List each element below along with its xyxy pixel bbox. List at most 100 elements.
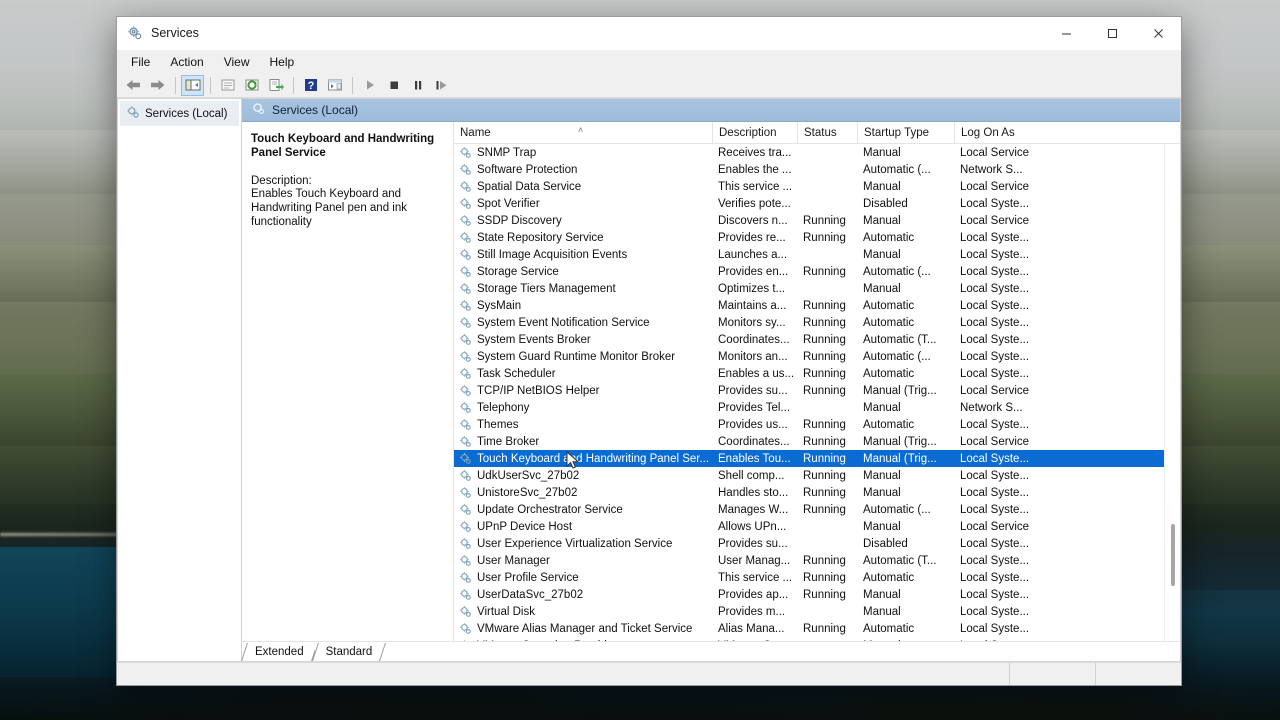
pane-header: Services (Local) <box>242 99 1180 122</box>
maximize-button[interactable] <box>1089 17 1135 49</box>
cell-name: TCP/IP NetBIOS Helper <box>454 384 712 397</box>
table-row[interactable]: VMware Snapshot ProviderVMware Sn...Manu… <box>454 637 1180 641</box>
cell-status: Running <box>797 470 857 482</box>
menu-view[interactable]: View <box>214 52 260 72</box>
table-row[interactable]: SNMP TrapReceives tra...ManualLocal Serv… <box>454 144 1180 161</box>
table-row[interactable]: User ManagerUser Manag...RunningAutomati… <box>454 552 1180 569</box>
table-row[interactable]: SSDP DiscoveryDiscovers n...RunningManua… <box>454 212 1180 229</box>
cell-name: UPnP Device Host <box>454 520 712 533</box>
service-name-label: Telephony <box>477 402 529 414</box>
table-row[interactable]: ThemesProvides us...RunningAutomaticLoca… <box>454 416 1180 433</box>
column-header-log-on-as[interactable]: Log On As <box>954 122 1044 143</box>
cell-log-on-as: Local Syste... <box>954 572 1044 584</box>
cell-startup-type: Automatic <box>857 300 954 312</box>
table-row[interactable]: Spatial Data ServiceThis service ...Manu… <box>454 178 1180 195</box>
menu-help[interactable]: Help <box>260 52 305 72</box>
minimize-button[interactable] <box>1043 17 1089 49</box>
tab-standard[interactable]: Standard <box>315 643 384 661</box>
pane-header-label: Services (Local) <box>272 103 358 117</box>
table-row[interactable]: SysMainMaintains a...RunningAutomaticLoc… <box>454 297 1180 314</box>
export-list-icon[interactable] <box>264 75 287 96</box>
service-gear-icon <box>459 146 472 159</box>
cell-name: SNMP Trap <box>454 146 712 159</box>
status-bar-segment <box>1009 663 1095 685</box>
table-row[interactable]: System Event Notification ServiceMonitor… <box>454 314 1180 331</box>
column-header-startup-type[interactable]: Startup Type <box>857 122 954 143</box>
table-row[interactable]: User Experience Virtualization ServicePr… <box>454 535 1180 552</box>
status-bar <box>117 662 1181 685</box>
cell-name: Software Protection <box>454 163 712 176</box>
table-row[interactable]: UserDataSvc_27b02Provides ap...RunningMa… <box>454 586 1180 603</box>
cell-startup-type: Automatic <box>857 368 954 380</box>
column-header-description[interactable]: Description <box>712 122 797 143</box>
table-row[interactable]: System Guard Runtime Monitor BrokerMonit… <box>454 348 1180 365</box>
close-button[interactable] <box>1135 17 1181 49</box>
service-gear-icon <box>459 537 472 550</box>
cell-description: Provides re... <box>712 232 797 244</box>
service-name-label: SNMP Trap <box>477 147 536 159</box>
table-row-selected[interactable]: Touch Keyboard and Handwriting Panel Ser… <box>454 450 1180 467</box>
table-row[interactable]: Storage Tiers ManagementOptimizes t...Ma… <box>454 280 1180 297</box>
help-icon[interactable]: ? <box>299 75 322 96</box>
table-row[interactable]: State Repository ServiceProvides re...Ru… <box>454 229 1180 246</box>
tab-extended[interactable]: Extended <box>244 643 315 661</box>
service-gear-icon <box>459 163 472 176</box>
tree-item-services-local[interactable]: Services (Local) <box>120 101 239 126</box>
cell-description: Enables Tou... <box>712 453 797 465</box>
menu-action[interactable]: Action <box>160 52 213 72</box>
menu-file[interactable]: File <box>121 52 160 72</box>
table-row[interactable]: TCP/IP NetBIOS HelperProvides su...Runni… <box>454 382 1180 399</box>
table-row[interactable]: User Profile ServiceThis service ...Runn… <box>454 569 1180 586</box>
service-gear-icon <box>459 333 472 346</box>
table-row[interactable]: Update Orchestrator ServiceManages W...R… <box>454 501 1180 518</box>
cell-log-on-as: Local Service <box>954 181 1044 193</box>
table-row[interactable]: Task SchedulerEnables a us...RunningAuto… <box>454 365 1180 382</box>
table-row[interactable]: UdkUserSvc_27b02Shell comp...RunningManu… <box>454 467 1180 484</box>
service-name-label: Spot Verifier <box>477 198 540 210</box>
service-name-label: User Profile Service <box>477 572 579 584</box>
vertical-scrollbar[interactable] <box>1164 144 1180 641</box>
cell-startup-type: Manual (Trig... <box>857 436 954 448</box>
cell-log-on-as: Local Syste... <box>954 589 1044 601</box>
toolbar-separator <box>210 77 211 94</box>
show-hide-action-pane-icon[interactable] <box>323 75 346 96</box>
service-name-label: UnistoreSvc_27b02 <box>477 487 577 499</box>
cell-log-on-as: Local Service <box>954 215 1044 227</box>
cell-name: UnistoreSvc_27b02 <box>454 486 712 499</box>
table-row[interactable]: Time BrokerCoordinates...RunningManual (… <box>454 433 1180 450</box>
restart-service-icon[interactable] <box>430 75 453 96</box>
cell-log-on-as: Local Syste... <box>954 623 1044 635</box>
table-row[interactable]: Storage ServiceProvides en...RunningAuto… <box>454 263 1180 280</box>
show-hide-console-tree-icon[interactable] <box>181 75 204 96</box>
service-gear-icon <box>459 469 472 482</box>
service-gear-icon <box>459 435 472 448</box>
pause-service-icon[interactable] <box>406 75 429 96</box>
table-row[interactable]: TelephonyProvides Tel...ManualNetwork S.… <box>454 399 1180 416</box>
table-row[interactable]: VMware Alias Manager and Ticket ServiceA… <box>454 620 1180 637</box>
stop-service-icon[interactable] <box>382 75 405 96</box>
title-bar[interactable]: Services <box>117 17 1181 50</box>
service-details-panel: Touch Keyboard and Handwriting Panel Ser… <box>242 122 454 641</box>
table-row[interactable]: Still Image Acquisition EventsLaunches a… <box>454 246 1180 263</box>
column-header-status[interactable]: Status <box>797 122 857 143</box>
refresh-icon[interactable] <box>240 75 263 96</box>
cell-name: System Event Notification Service <box>454 316 712 329</box>
start-service-icon[interactable] <box>358 75 381 96</box>
properties-icon[interactable] <box>216 75 239 96</box>
back-arrow-icon[interactable] <box>122 75 145 96</box>
table-row[interactable]: Spot VerifierVerifies pote...DisabledLoc… <box>454 195 1180 212</box>
table-row[interactable]: Software ProtectionEnables the ...Automa… <box>454 161 1180 178</box>
services-list-view: Name Description Status Startup Type Log… <box>454 122 1180 641</box>
table-row[interactable]: UnistoreSvc_27b02Handles sto...RunningMa… <box>454 484 1180 501</box>
table-row[interactable]: Virtual DiskProvides m...ManualLocal Sys… <box>454 603 1180 620</box>
scrollbar-thumb[interactable] <box>1171 524 1175 586</box>
cell-log-on-as: Local Syste... <box>954 419 1044 431</box>
forward-arrow-icon[interactable] <box>146 75 169 96</box>
table-row[interactable]: System Events BrokerCoordinates...Runnin… <box>454 331 1180 348</box>
view-tabs: Extended Standard <box>242 641 1180 661</box>
cell-log-on-as: Local Syste... <box>954 487 1044 499</box>
menu-bar: File Action View Help <box>117 50 1181 73</box>
detail-service-title: Touch Keyboard and Handwriting Panel Ser… <box>251 132 442 160</box>
cell-status: Running <box>797 232 857 244</box>
table-row[interactable]: UPnP Device HostAllows UPn...ManualLocal… <box>454 518 1180 535</box>
